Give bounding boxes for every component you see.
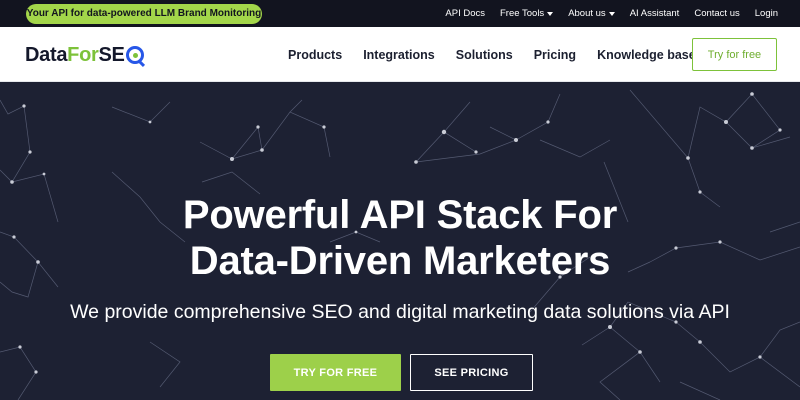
top-bar: Your API for data-powered LLM Brand Moni… bbox=[0, 0, 800, 39]
logo-dot bbox=[132, 53, 138, 58]
hero-subtitle: We provide comprehensive SEO and digital… bbox=[70, 301, 730, 323]
top-link-label: Contact us bbox=[694, 8, 740, 19]
chevron-down-icon bbox=[608, 11, 615, 16]
main-header: Data For SE Products Integrations Solution… bbox=[0, 27, 800, 82]
try-for-free-button[interactable]: TRY FOR FREE bbox=[270, 354, 401, 391]
nav-products[interactable]: Products bbox=[288, 48, 342, 62]
nav-solutions[interactable]: Solutions bbox=[456, 48, 513, 62]
top-link-about-us[interactable]: About us bbox=[568, 8, 615, 19]
top-link-login[interactable]: Login bbox=[755, 8, 778, 19]
top-link-label: AI Assistant bbox=[629, 8, 680, 19]
top-link-label: About us bbox=[568, 8, 606, 19]
top-links: API Docs Free Tools About us AI Assistan… bbox=[430, 0, 778, 27]
logo-text-for: For bbox=[67, 43, 99, 66]
top-link-free-tools[interactable]: Free Tools bbox=[500, 8, 554, 19]
top-link-api-docs[interactable]: API Docs bbox=[445, 8, 485, 19]
hero-section: Powerful API Stack For Data-Driven Marke… bbox=[0, 82, 800, 400]
top-link-label: Free Tools bbox=[500, 8, 545, 19]
logo-text-se: SE bbox=[98, 43, 125, 66]
logo-text-data: Data bbox=[25, 43, 68, 66]
top-link-contact-us[interactable]: Contact us bbox=[694, 8, 739, 19]
logo-magnifier-icon bbox=[125, 46, 144, 64]
see-pricing-button[interactable]: SEE PRICING bbox=[410, 354, 533, 391]
top-link-label: Login bbox=[754, 8, 778, 19]
try-for-free-header-button[interactable]: Try for free bbox=[692, 38, 777, 71]
top-link-label: API Docs bbox=[445, 8, 485, 19]
logo[interactable]: Data For SE bbox=[25, 43, 144, 67]
hero-title-line-2: Data-Driven Marketers bbox=[189, 239, 611, 283]
chevron-down-icon bbox=[547, 11, 554, 16]
main-nav: Products Integrations Solutions Pricing … bbox=[288, 27, 717, 82]
nav-pricing[interactable]: Pricing bbox=[534, 48, 576, 62]
top-link-ai-assistant[interactable]: AI Assistant bbox=[630, 8, 680, 19]
hero-title-line-1: Powerful API Stack For bbox=[182, 193, 618, 237]
nav-integrations[interactable]: Integrations bbox=[363, 48, 435, 62]
promo-banner-link[interactable]: Your API for data-powered LLM Brand Moni… bbox=[26, 4, 262, 39]
nav-knowledge-base[interactable]: Knowledge base bbox=[597, 48, 696, 62]
